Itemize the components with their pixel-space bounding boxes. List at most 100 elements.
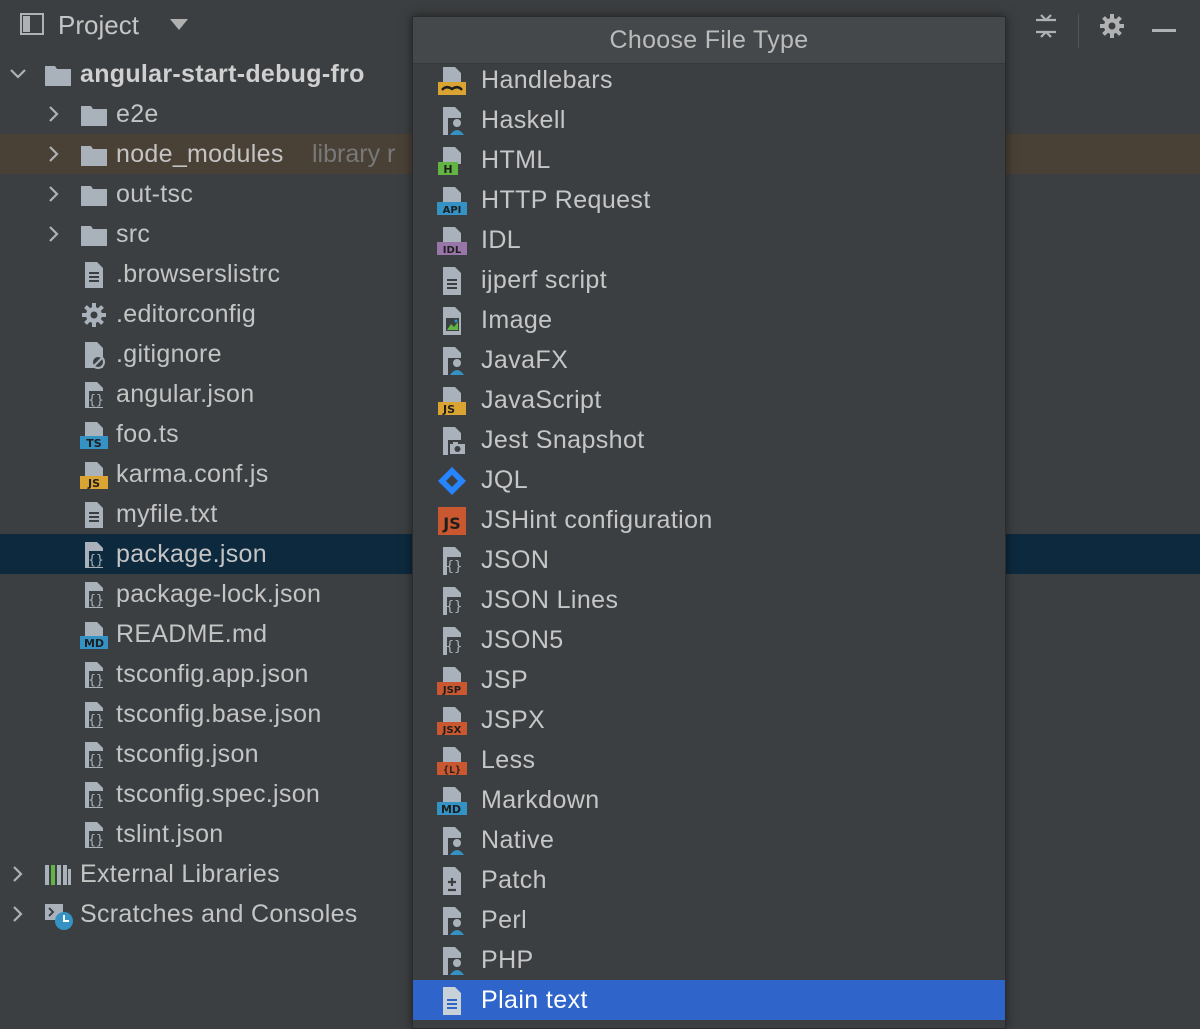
text-file-icon — [437, 266, 467, 296]
tree-item-label: Scratches and Consoles — [80, 900, 358, 928]
svg-text:H: H — [443, 163, 452, 176]
file-type-jql[interactable]: JQL — [413, 460, 1005, 500]
text-file-icon — [80, 501, 108, 529]
file-type-label: Handlebars — [481, 66, 613, 94]
file-type-ijperf-script[interactable]: ijperf script — [413, 260, 1005, 300]
file-type-label: IDL — [481, 226, 522, 254]
svg-text:{}: {} — [88, 753, 104, 768]
file-type-plain-text[interactable]: Plain text — [413, 980, 1005, 1020]
tree-item-label: e2e — [116, 100, 159, 128]
file-type-json5[interactable]: {} JSON5 — [413, 620, 1005, 660]
file-type-javascript[interactable]: JS JavaScript — [413, 380, 1005, 420]
chevron-right-icon[interactable] — [8, 864, 28, 884]
file-type-label: Image — [481, 306, 553, 334]
json-file-icon: {} — [437, 586, 467, 616]
js-file-icon: JS — [80, 461, 108, 489]
file-type-label: JSON — [481, 546, 550, 574]
tree-item-label: myfile.txt — [116, 500, 218, 528]
gear-icon[interactable] — [1098, 12, 1126, 40]
file-type-jspx[interactable]: JSX JSPX — [413, 700, 1005, 740]
project-view-title[interactable]: Project — [58, 8, 139, 42]
file-type-json-lines[interactable]: {} JSON Lines — [413, 580, 1005, 620]
svg-text:{}: {} — [446, 599, 463, 615]
jshint-icon: JS — [437, 506, 467, 536]
tree-item-label: tsconfig.app.json — [116, 660, 309, 688]
image-file-icon — [437, 306, 467, 336]
file-type-markdown[interactable]: MD Markdown — [413, 780, 1005, 820]
less-icon: {L} — [437, 746, 467, 776]
ts-file-icon: TS — [80, 421, 108, 449]
jsx-icon: JSX — [437, 706, 467, 736]
user-file-icon — [437, 946, 467, 976]
file-type-jshint-configuration[interactable]: JS JSHint configuration — [413, 500, 1005, 540]
chevron-right-icon[interactable] — [44, 184, 64, 204]
file-type-handlebars[interactable]: Handlebars — [413, 60, 1005, 100]
svg-text:MD: MD — [84, 637, 104, 649]
file-type-jest-snapshot[interactable]: Jest Snapshot — [413, 420, 1005, 460]
user-file-icon — [437, 906, 467, 936]
file-type-patch[interactable]: Patch — [413, 860, 1005, 900]
file-type-perl[interactable]: Perl — [413, 900, 1005, 940]
header-divider — [1078, 14, 1079, 48]
text-file-icon — [437, 986, 467, 1016]
svg-text:{}: {} — [88, 793, 104, 808]
tree-item-label: src — [116, 220, 151, 248]
gear-file-icon — [80, 301, 108, 329]
folder-icon — [80, 101, 108, 129]
jira-icon — [437, 466, 467, 496]
file-type-label: HTTP Request — [481, 186, 651, 214]
json-file-icon: {} — [80, 581, 108, 609]
chevron-right-icon[interactable] — [44, 144, 64, 164]
file-type-javafx[interactable]: JavaFX — [413, 340, 1005, 380]
svg-text:{L}: {L} — [443, 765, 461, 776]
chevron-right-icon[interactable] — [8, 904, 28, 924]
tree-item-label: node_modules — [116, 140, 284, 168]
ignore-file-icon — [80, 341, 108, 369]
chevron-right-icon[interactable] — [44, 224, 64, 244]
file-type-http-request[interactable]: API HTTP Request — [413, 180, 1005, 220]
svg-text:{}: {} — [446, 639, 463, 655]
collapse-all-icon[interactable] — [1032, 12, 1060, 40]
svg-text:JS: JS — [87, 477, 100, 489]
file-type-idl[interactable]: IDL IDL — [413, 220, 1005, 260]
json-file-icon: {} — [437, 626, 467, 656]
folder-icon — [80, 141, 108, 169]
tree-item-label: package-lock.json — [116, 580, 322, 608]
file-type-label: Perl — [481, 906, 528, 934]
minimize-icon[interactable] — [1150, 12, 1178, 40]
project-view-icon[interactable] — [20, 12, 44, 36]
tree-item-label: README.md — [116, 620, 268, 648]
file-type-less[interactable]: {L} Less — [413, 740, 1005, 780]
file-type-label: Plain text — [481, 986, 588, 1014]
file-type-html[interactable]: H HTML — [413, 140, 1005, 180]
tree-item-label: package.json — [116, 540, 267, 568]
scratches-icon — [44, 901, 73, 930]
file-type-php[interactable]: PHP — [413, 940, 1005, 980]
file-type-haskell[interactable]: Haskell — [413, 100, 1005, 140]
file-type-label: JSON Lines — [481, 586, 619, 614]
user-file-icon — [437, 346, 467, 376]
js-file-icon: JS — [437, 386, 467, 416]
chevron-down-icon[interactable] — [170, 19, 188, 30]
file-type-image[interactable]: Image — [413, 300, 1005, 340]
svg-text:{}: {} — [88, 833, 104, 848]
choose-file-type-popup: Choose File Type Handlebars Haskell H HT… — [412, 16, 1006, 1029]
file-type-label: JSON5 — [481, 626, 564, 654]
file-type-json[interactable]: {} JSON — [413, 540, 1005, 580]
file-type-label: Native — [481, 826, 555, 854]
text-file-icon — [80, 261, 108, 289]
chevron-right-icon[interactable] — [44, 104, 64, 124]
user-file-icon — [437, 826, 467, 856]
svg-text:{}: {} — [446, 559, 463, 575]
patch-file-icon — [437, 866, 467, 896]
chevron-down-icon[interactable] — [8, 64, 28, 84]
file-type-label: HTML — [481, 146, 551, 174]
tree-item-label: tslint.json — [116, 820, 224, 848]
folder-icon — [80, 221, 108, 249]
tree-item-label: tsconfig.base.json — [116, 700, 322, 728]
handlebars-icon — [437, 66, 467, 96]
file-type-jsp[interactable]: JSP JSP — [413, 660, 1005, 700]
svg-text:{}: {} — [88, 593, 104, 608]
file-type-label: Haskell — [481, 106, 566, 134]
file-type-native[interactable]: Native — [413, 820, 1005, 860]
